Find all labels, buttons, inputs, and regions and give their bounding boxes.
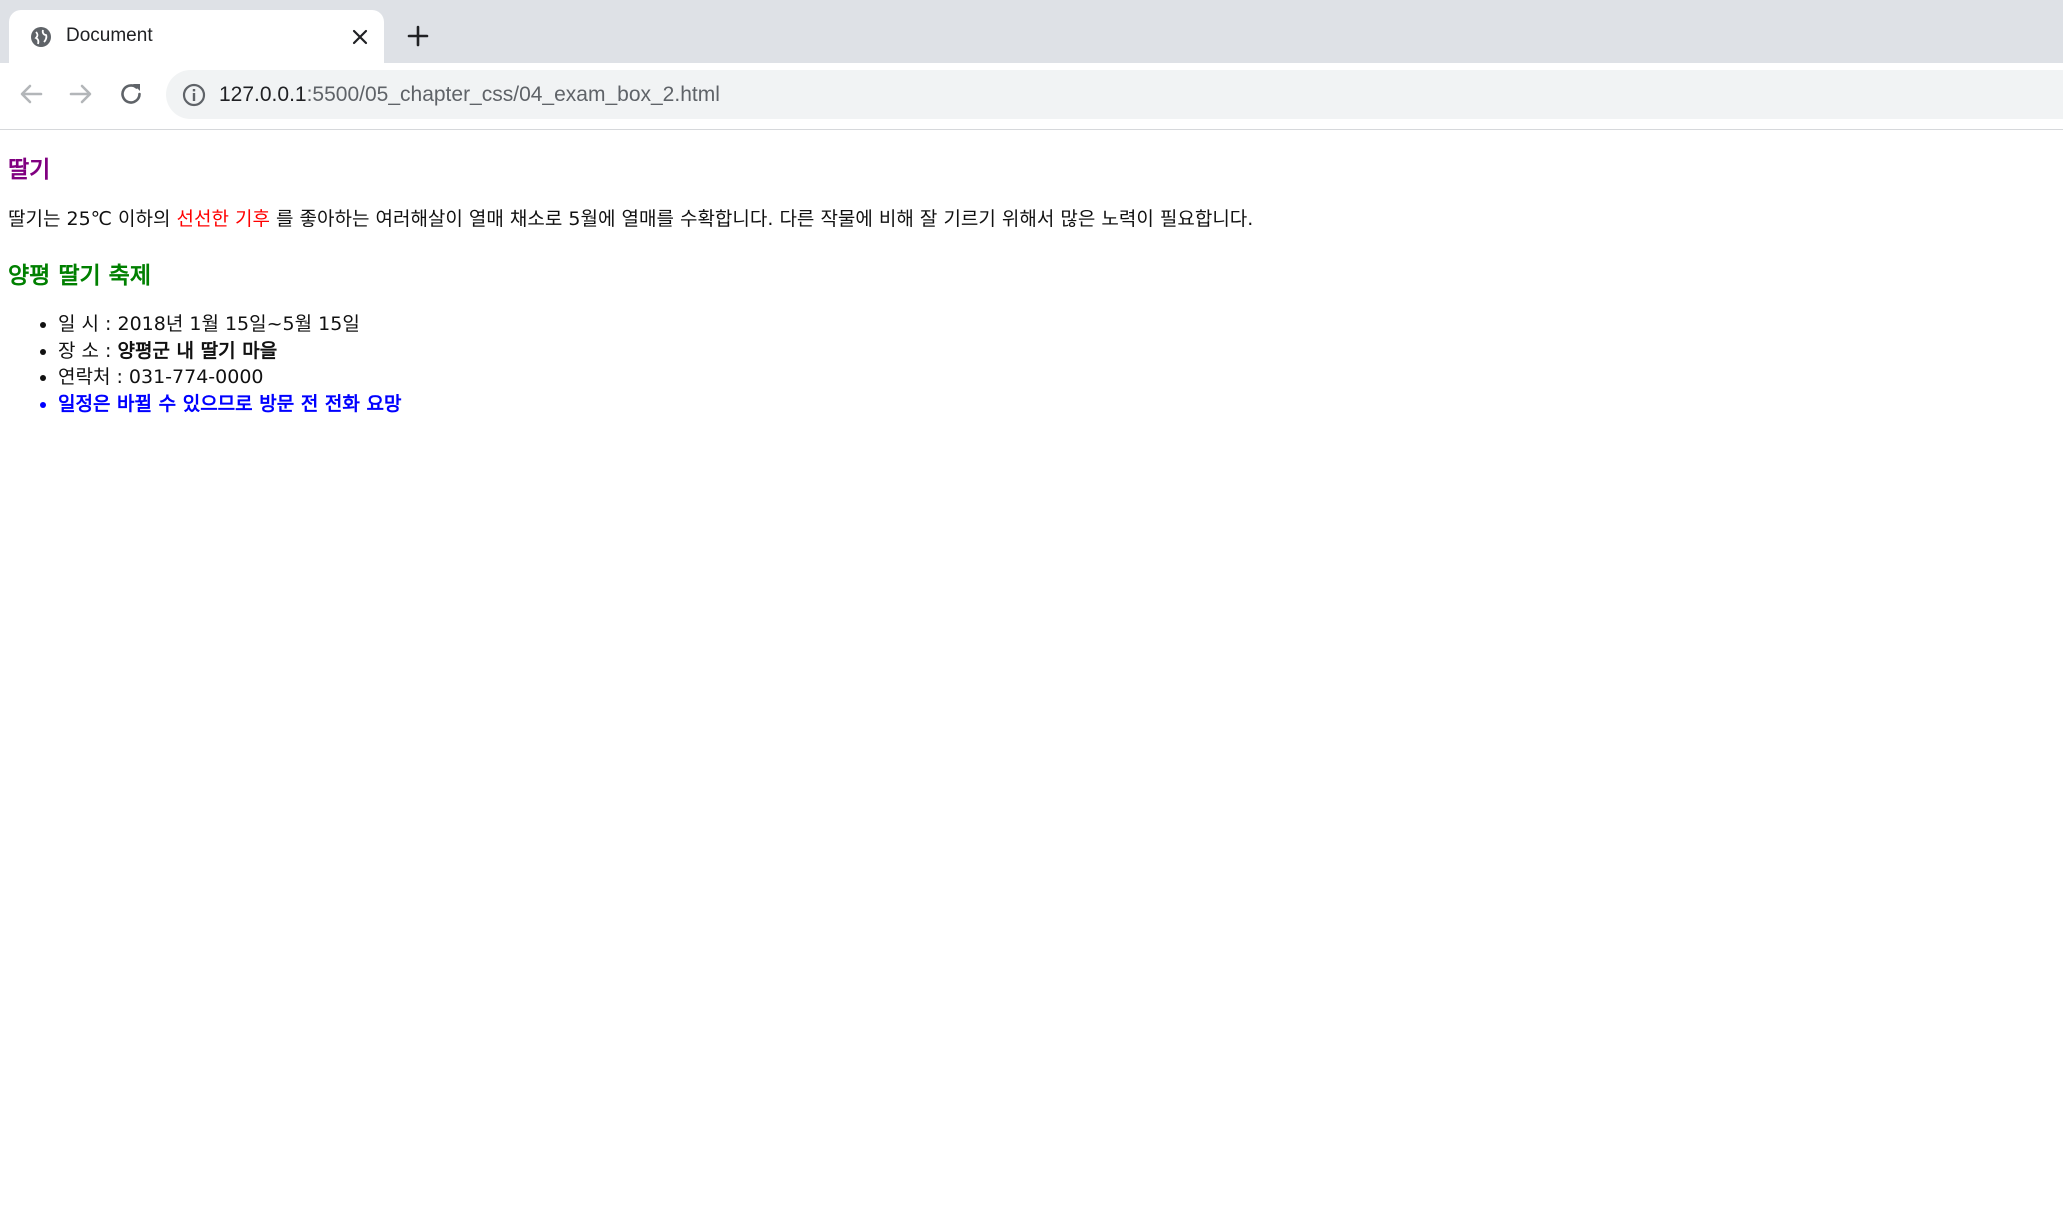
url-host: 127.0.0.1 xyxy=(219,83,307,106)
date-label: 일 시 : xyxy=(58,313,118,335)
list-item-place: 장 소 : 양평군 내 딸기 마을 xyxy=(58,338,2055,365)
plus-icon[interactable] xyxy=(403,21,433,51)
festival-info-list: 일 시 : 2018년 1월 15일~5월 15일 장 소 : 양평군 내 딸기… xyxy=(8,311,2055,417)
reload-icon[interactable] xyxy=(116,79,146,109)
url-text: 127.0.0.1:5500/05_chapter_css/04_exam_bo… xyxy=(219,81,720,108)
intro-text-before: 딸기는 25℃ 이하의 xyxy=(8,208,177,230)
close-icon[interactable] xyxy=(348,25,372,49)
forward-arrow-icon[interactable] xyxy=(66,79,96,109)
festival-heading: 양평 딸기 축제 xyxy=(8,263,151,289)
page-content: 딸기 딸기는 25℃ 이하의 선선한 기후 를 좋아하는 여러해살이 열매 채소… xyxy=(0,131,2063,1226)
list-item-date: 일 시 : 2018년 1월 15일~5월 15일 xyxy=(58,311,2055,338)
intro-paragraph: 딸기는 25℃ 이하의 선선한 기후 를 좋아하는 여러해살이 열매 채소로 5… xyxy=(8,205,2055,233)
globe-icon xyxy=(31,27,51,47)
contact-value: 031-774-0000 xyxy=(128,366,264,388)
contact-label: 연락처 : xyxy=(58,366,129,388)
tab-title: Document xyxy=(66,25,153,46)
info-icon[interactable] xyxy=(181,82,207,108)
page-title: 딸기 xyxy=(8,157,51,183)
date-value: 2018년 1월 15일~5월 15일 xyxy=(117,313,360,335)
browser-window: Document 127.0.0.1:5500/05_chapter_css/0… xyxy=(0,0,2063,1226)
back-arrow-icon[interactable] xyxy=(16,79,46,109)
place-value: 양평군 내 딸기 마을 xyxy=(117,339,278,362)
tab-document[interactable]: Document xyxy=(9,10,384,63)
url-path: :5500/05_chapter_css/04_exam_box_2.html xyxy=(306,83,720,106)
browser-toolbar: 127.0.0.1:5500/05_chapter_css/04_exam_bo… xyxy=(0,63,2063,130)
place-label: 장 소 : xyxy=(58,339,118,362)
address-bar[interactable]: 127.0.0.1:5500/05_chapter_css/04_exam_bo… xyxy=(166,70,2063,119)
list-item-contact: 연락처 : 031-774-0000 xyxy=(58,364,2055,391)
list-item-notice: 일정은 바뀔 수 있으므로 방문 전 전화 요망 xyxy=(58,391,2055,418)
intro-text-after: 를 좋아하는 여러해살이 열매 채소로 5월에 열매를 수확합니다. 다른 작물… xyxy=(269,208,1254,230)
intro-highlight: 선선한 기후 xyxy=(176,208,270,230)
notice-text: 일정은 바뀔 수 있으므로 방문 전 전화 요망 xyxy=(58,392,402,415)
tab-strip: Document xyxy=(0,0,2063,63)
